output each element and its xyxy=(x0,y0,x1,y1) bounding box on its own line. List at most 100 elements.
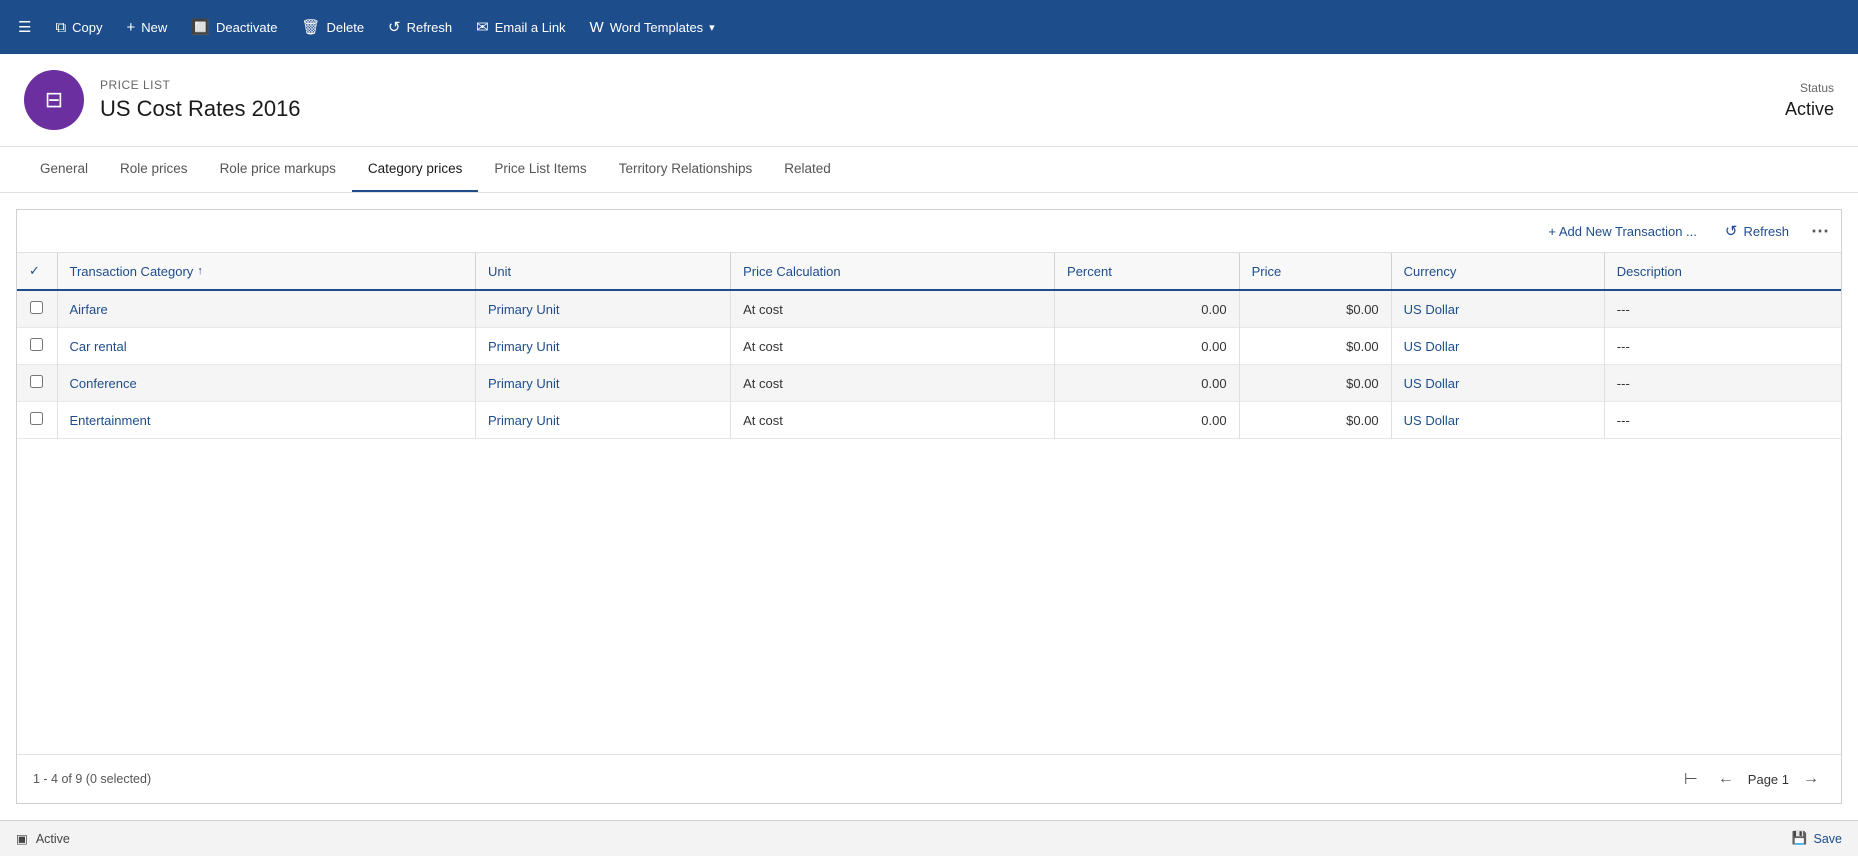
row-price-calculation: At cost xyxy=(731,402,1055,439)
main-content: ⊟ PRICE LIST US Cost Rates 2016 Status A… xyxy=(0,54,1858,820)
percent-header[interactable]: Percent xyxy=(1055,253,1240,290)
row-transaction-category[interactable]: Airfare xyxy=(57,290,475,328)
word-templates-label: Word Templates xyxy=(610,20,703,35)
tab-role-price-markups[interactable]: Role price markups xyxy=(204,147,352,192)
row-description: --- xyxy=(1604,365,1841,402)
row-check[interactable] xyxy=(17,328,57,365)
grid-refresh-icon: ↺ xyxy=(1725,222,1738,240)
status-bar-icon: ▣ xyxy=(16,831,28,846)
row-check[interactable] xyxy=(17,365,57,402)
save-label: Save xyxy=(1814,832,1843,846)
unit-header[interactable]: Unit xyxy=(475,253,730,290)
next-page-button[interactable]: → xyxy=(1797,766,1825,792)
percent-label: Percent xyxy=(1067,264,1112,279)
row-unit[interactable]: Primary Unit xyxy=(475,402,730,439)
check-all-header[interactable]: ✓ xyxy=(17,253,57,290)
record-header-left: ⊟ PRICE LIST US Cost Rates 2016 xyxy=(24,70,301,130)
add-new-label: + Add New Transaction ... xyxy=(1548,224,1697,239)
row-currency[interactable]: US Dollar xyxy=(1391,365,1604,402)
row-unit[interactable]: Primary Unit xyxy=(475,290,730,328)
price-calculation-label: Price Calculation xyxy=(743,264,841,279)
delete-label: Delete xyxy=(326,20,364,35)
nav-button[interactable]: ☰ xyxy=(8,12,41,42)
deactivate-button[interactable]: 🔲 Deactivate xyxy=(181,12,287,42)
row-description: --- xyxy=(1604,402,1841,439)
new-icon: + xyxy=(127,19,136,36)
row-price: $0.00 xyxy=(1239,328,1391,365)
refresh-button[interactable]: ↺ Refresh xyxy=(378,12,462,42)
category-prices-table: ✓ Transaction Category ↑ Unit Pr xyxy=(17,253,1841,439)
row-currency[interactable]: US Dollar xyxy=(1391,290,1604,328)
table-row: Conference Primary Unit At cost 0.00 $0.… xyxy=(17,365,1841,402)
grid-more-button[interactable]: ⋯ xyxy=(1811,221,1829,242)
grid-refresh-button[interactable]: ↺ Refresh xyxy=(1719,218,1795,244)
table-row: Entertainment Primary Unit At cost 0.00 … xyxy=(17,402,1841,439)
checkmark-icon: ✓ xyxy=(29,263,40,278)
status-bar-left: ▣ Active xyxy=(16,831,70,846)
deactivate-icon: 🔲 xyxy=(191,18,210,36)
save-button[interactable]: 💾 Save xyxy=(1792,831,1842,846)
row-transaction-category[interactable]: Entertainment xyxy=(57,402,475,439)
save-icon: 💾 xyxy=(1792,831,1808,846)
copy-button[interactable]: ⧉ Copy xyxy=(45,13,112,42)
new-button[interactable]: + New xyxy=(117,13,178,42)
transaction-category-header[interactable]: Transaction Category ↑ xyxy=(57,253,475,290)
currency-header[interactable]: Currency xyxy=(1391,253,1604,290)
word-templates-button[interactable]: W Word Templates ▾ xyxy=(580,13,725,42)
price-label: Price xyxy=(1252,264,1282,279)
status-bar-label: Active xyxy=(36,832,70,846)
email-link-button[interactable]: ✉ Email a Link xyxy=(466,12,575,42)
tab-role-prices[interactable]: Role prices xyxy=(104,147,204,192)
row-currency[interactable]: US Dollar xyxy=(1391,402,1604,439)
refresh-icon: ↺ xyxy=(388,18,401,36)
record-status: Status Active xyxy=(1785,81,1834,120)
deactivate-label: Deactivate xyxy=(216,20,277,35)
row-checkbox[interactable] xyxy=(30,375,43,388)
chevron-down-icon: ▾ xyxy=(709,21,715,34)
row-check[interactable] xyxy=(17,402,57,439)
refresh-label: Refresh xyxy=(407,20,453,35)
tab-territory-relationships[interactable]: Territory Relationships xyxy=(603,147,769,192)
tab-category-prices[interactable]: Category prices xyxy=(352,147,479,192)
row-transaction-category[interactable]: Conference xyxy=(57,365,475,402)
first-page-button[interactable]: ⊢ xyxy=(1678,765,1704,793)
record-label: PRICE LIST xyxy=(100,78,301,92)
tab-related[interactable]: Related xyxy=(768,147,847,192)
row-percent: 0.00 xyxy=(1055,365,1240,402)
copy-icon: ⧉ xyxy=(55,19,66,36)
row-checkbox[interactable] xyxy=(30,301,43,314)
new-label: New xyxy=(141,20,167,35)
currency-label: Currency xyxy=(1404,264,1457,279)
email-link-label: Email a Link xyxy=(495,20,566,35)
row-checkbox[interactable] xyxy=(30,338,43,351)
price-calculation-header[interactable]: Price Calculation xyxy=(731,253,1055,290)
row-checkbox[interactable] xyxy=(30,412,43,425)
copy-label: Copy xyxy=(72,20,102,35)
status-value: Active xyxy=(1785,99,1834,120)
row-check[interactable] xyxy=(17,290,57,328)
tab-price-list-items[interactable]: Price List Items xyxy=(478,147,602,192)
grid-footer: 1 - 4 of 9 (0 selected) ⊢ ← Page 1 → xyxy=(17,754,1841,803)
grid-toolbar: + Add New Transaction ... ↺ Refresh ⋯ xyxy=(17,210,1841,253)
description-header[interactable]: Description xyxy=(1604,253,1841,290)
grid-refresh-label: Refresh xyxy=(1743,224,1789,239)
row-transaction-category[interactable]: Car rental xyxy=(57,328,475,365)
row-price: $0.00 xyxy=(1239,290,1391,328)
pagination-summary: 1 - 4 of 9 (0 selected) xyxy=(33,772,151,786)
word-icon: W xyxy=(590,19,604,36)
delete-button[interactable]: 🗑 Delete xyxy=(291,12,374,42)
avatar: ⊟ xyxy=(24,70,84,130)
row-price: $0.00 xyxy=(1239,365,1391,402)
row-unit[interactable]: Primary Unit xyxy=(475,365,730,402)
row-unit[interactable]: Primary Unit xyxy=(475,328,730,365)
row-currency[interactable]: US Dollar xyxy=(1391,328,1604,365)
prev-page-button[interactable]: ← xyxy=(1712,766,1740,792)
tab-general[interactable]: General xyxy=(24,147,104,192)
record-title: US Cost Rates 2016 xyxy=(100,96,301,122)
sort-icon: ↑ xyxy=(197,265,203,277)
price-header[interactable]: Price xyxy=(1239,253,1391,290)
add-new-transaction-button[interactable]: + Add New Transaction ... xyxy=(1542,220,1703,243)
unit-label: Unit xyxy=(488,264,511,279)
description-label: Description xyxy=(1617,264,1682,279)
table-scroll-area: ✓ Transaction Category ↑ Unit Pr xyxy=(17,253,1841,754)
